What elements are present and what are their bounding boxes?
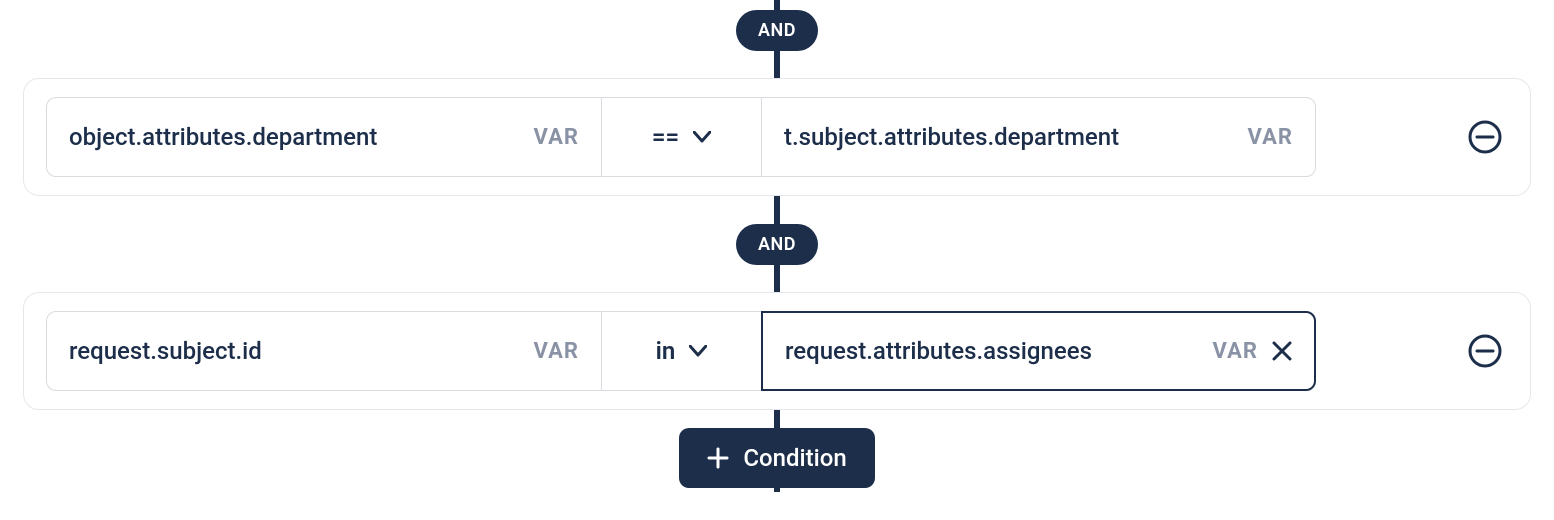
operator-value: in	[656, 337, 676, 365]
var-badge: VAR	[1213, 339, 1258, 364]
var-badge: VAR	[1248, 125, 1293, 150]
add-condition-button[interactable]: Condition	[679, 428, 874, 488]
remove-icon	[1468, 334, 1502, 368]
close-icon	[1272, 341, 1292, 361]
left-operand-field[interactable]: request.subject.id VAR	[46, 311, 601, 391]
operator-select[interactable]: ==	[601, 97, 761, 177]
clear-field-button[interactable]	[1272, 341, 1292, 361]
right-operand-value: request.attributes.assignees	[785, 337, 1201, 365]
remove-condition-button[interactable]	[1462, 328, 1508, 374]
add-condition-label: Condition	[743, 444, 846, 472]
plus-icon	[707, 447, 729, 469]
operator-select[interactable]: in	[601, 311, 761, 391]
remove-icon	[1468, 120, 1502, 154]
var-badge: VAR	[534, 339, 579, 364]
logic-pill[interactable]: AND	[736, 224, 818, 265]
right-operand-value: t.subject.attributes.department	[784, 123, 1236, 151]
right-operand-field[interactable]: request.attributes.assignees VAR	[761, 311, 1316, 391]
left-operand-value: object.attributes.department	[69, 123, 522, 151]
condition-row: request.subject.id VAR in request.attrib…	[23, 292, 1531, 410]
var-badge: VAR	[534, 125, 579, 150]
operator-value: ==	[652, 123, 679, 151]
chevron-down-icon	[689, 345, 707, 357]
left-operand-field[interactable]: object.attributes.department VAR	[46, 97, 601, 177]
left-operand-value: request.subject.id	[69, 337, 522, 365]
condition-builder: AND object.attributes.department VAR == …	[0, 0, 1554, 492]
chevron-down-icon	[693, 131, 711, 143]
logic-pill[interactable]: AND	[736, 10, 818, 51]
condition-row: object.attributes.department VAR == t.su…	[23, 78, 1531, 196]
right-operand-field[interactable]: t.subject.attributes.department VAR	[761, 97, 1316, 177]
remove-condition-button[interactable]	[1462, 114, 1508, 160]
